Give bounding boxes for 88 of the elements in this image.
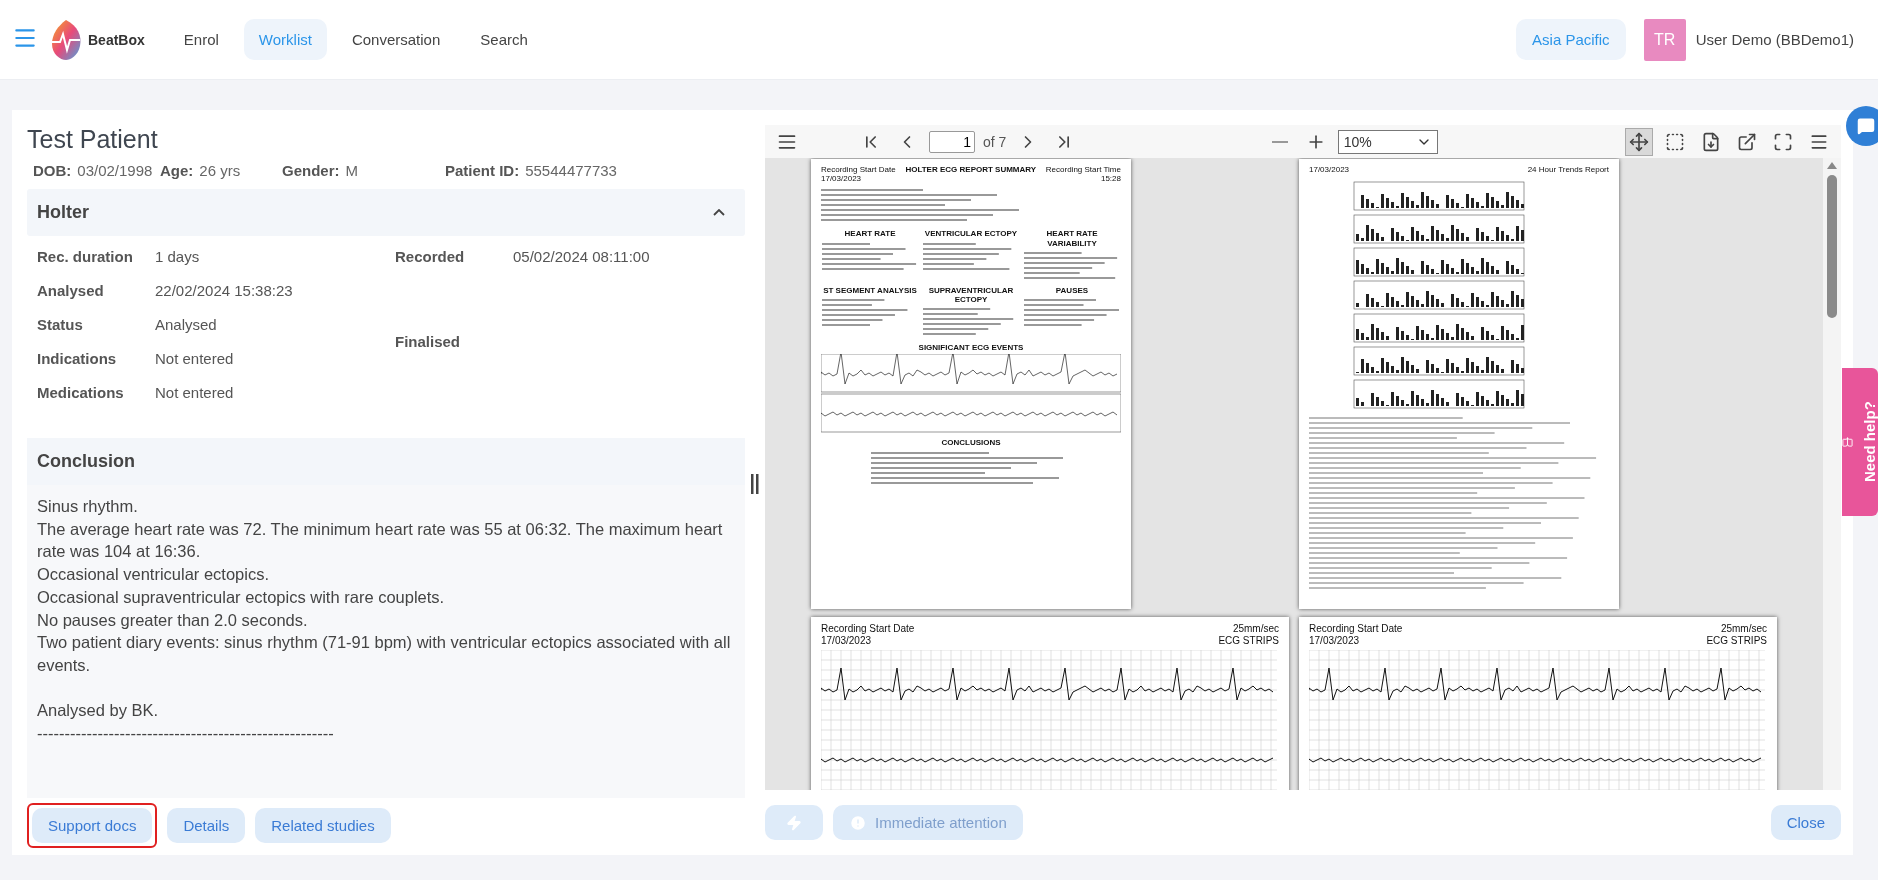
user-avatar: TR (1643, 18, 1686, 61)
page-number-field[interactable]: 1 (929, 130, 975, 153)
field-label: Medications (37, 384, 125, 403)
field-value: 22/02/2024 15:38:23 (155, 282, 294, 301)
info-value: 26 yrs (199, 162, 241, 179)
page-count: of 7 (983, 133, 1007, 150)
field-label: Status (37, 316, 84, 335)
page-text: 17/03/2023 (821, 634, 872, 646)
section-heading: HEART RATE (844, 229, 896, 239)
info-value: M (345, 162, 358, 179)
resize-handle-icon[interactable] (751, 474, 759, 494)
section-heading: SUPRAVENTRICULAR ECTOPY (927, 285, 1015, 305)
lightning-icon (786, 814, 802, 831)
conclusion-text: Analysed by BK. (37, 700, 160, 722)
section-heading: HEART RATE VARIABILITY (1045, 229, 1099, 248)
section-heading: CONCLUSIONS (941, 438, 1001, 448)
page-text: Recording Start Date (821, 623, 915, 635)
info-label: Patient ID: (445, 162, 520, 179)
chevron-up-icon (713, 209, 725, 216)
page-text: 17/03/2023 (821, 174, 862, 184)
field-value: Analysed (155, 316, 218, 335)
nav-tab[interactable]: Worklist (243, 19, 327, 60)
page-text: 17/03/2023 (1309, 165, 1350, 175)
minus-icon (1271, 140, 1288, 143)
page-text: 15:28 (1100, 174, 1121, 184)
page-text: Recording Start Time (1045, 165, 1121, 175)
page-text: Recording Start Date (821, 165, 896, 175)
section-heading: VENTRICULAR ECTOPY (924, 229, 1018, 239)
user-name[interactable]: User Demo (BBDemo1) (1695, 31, 1854, 48)
chat-icon (1857, 117, 1875, 135)
help-tab[interactable]: Need help? (1842, 368, 1878, 516)
action-button[interactable]: Support docs (32, 808, 153, 843)
nav-tab[interactable]: Enrol (168, 19, 234, 60)
conclusion-text: No pauses greater than 2.0 seconds. (37, 609, 309, 631)
scrollbar[interactable] (1823, 158, 1841, 790)
conclusion-text: The average heart rate was 72. The minimum heart rate was 55 at 06:32. The maximum heart rate was 104 at 16:36. (37, 518, 724, 563)
info-value: 03/02/1998 (77, 162, 153, 179)
scrollbar-thumb[interactable] (1827, 175, 1837, 318)
field-label: Indications (37, 350, 118, 369)
section-title: Conclusion (37, 451, 135, 472)
download-icon (1701, 131, 1721, 152)
holter-header[interactable]: Holter (27, 189, 745, 236)
conclusion-text: Occasional supraventricular ectopics with rare couplets. (37, 586, 446, 608)
fullscreen-icon (1773, 131, 1793, 152)
brand-name: BeatBox (88, 31, 145, 48)
action-button[interactable]: Related studies (255, 808, 391, 843)
page-text: 25mm/sec (1232, 623, 1279, 635)
field-label: Rec. duration (37, 248, 134, 267)
page-text: 17/03/2023 (1309, 634, 1360, 646)
page-text: Recording Start Date (1309, 623, 1403, 635)
alert-icon (849, 813, 867, 832)
scroll-up-icon[interactable] (1827, 162, 1837, 169)
info-label: Gender: (282, 162, 340, 179)
section-title: Holter (37, 202, 89, 223)
patient-name: Test Patient (27, 125, 159, 154)
page-text: ECG STRIPS (1706, 634, 1767, 646)
nav-tab[interactable]: Search (465, 19, 543, 60)
info-label: DOB: (33, 162, 72, 179)
pan-icon (1629, 131, 1649, 152)
field-value: 1 days (155, 248, 201, 267)
close-button[interactable]: Close (1770, 805, 1841, 840)
nav-tab[interactable]: Conversation (336, 19, 456, 60)
page-text: 25mm/sec (1720, 623, 1767, 635)
conclusion-text: Two patient diary events: sinus rhythm (71-91 bpm) with ventricular ectopics associated with all events. (37, 632, 732, 676)
conclusion-text: Sinus rhythm. (37, 496, 139, 517)
field-value: Not entered (155, 350, 235, 369)
pan-tool-button[interactable] (1625, 127, 1653, 156)
action-button[interactable]: Details (167, 808, 246, 843)
field-label: Recorded (395, 248, 466, 267)
region-button[interactable]: Asia Pacific (1516, 19, 1626, 60)
section-heading: ST SEGMENT ANALYSIS (823, 285, 917, 295)
select-icon (1665, 131, 1685, 152)
page-text: 24 Hour Trends Report (1527, 165, 1609, 175)
zoom-select[interactable]: 10% (1337, 129, 1438, 154)
conclusion-text: ------------------------------------------------------ (37, 723, 335, 744)
page-text: ECG STRIPS (1218, 634, 1279, 646)
info-label: Age: (160, 162, 194, 179)
field-label: Analysed (37, 282, 105, 301)
field-value: 05/02/2024 08:11:00 (513, 248, 651, 267)
section-heading: PAUSES (1055, 285, 1089, 295)
field-label: Finalised (395, 333, 462, 352)
info-value: 55544477733 (525, 162, 617, 179)
page-title: HOLTER ECG REPORT SUMMARY (905, 165, 1037, 175)
field-value: Not entered (155, 384, 235, 403)
open-icon (1737, 131, 1757, 152)
conclusion-text: Occasional ventricular ectopics. (37, 564, 270, 586)
section-heading: SIGNIFICANT ECG EVENTS (918, 343, 1024, 353)
chat-button[interactable] (1846, 106, 1878, 146)
